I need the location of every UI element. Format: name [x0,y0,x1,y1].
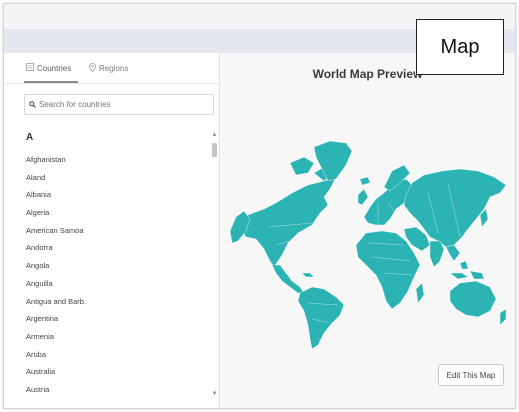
section-letter: A [26,132,34,143]
list-item[interactable]: Aland [4,169,209,187]
list-item[interactable]: Angola [4,257,209,275]
tab-countries[interactable]: Countries [26,63,71,73]
tab-regions[interactable]: Regions [89,63,128,74]
pin-icon [89,63,96,74]
scroll-thumb[interactable] [212,143,217,157]
list-item[interactable]: Anguilla [4,275,209,293]
search-box [24,94,214,115]
list-item[interactable]: American Samoa [4,222,209,240]
tab-label: Regions [99,64,129,73]
tab-label: Countries [37,63,72,73]
list-item[interactable]: Albania [4,186,209,204]
active-tab-indicator [24,81,78,83]
app-window: Countries Regions A Afghanistan Aland Al… [3,3,516,409]
map-panel: World Map Preview Edit This Map [220,53,515,408]
map-callout-label: Map [416,19,504,75]
list-item[interactable]: Austria [4,381,209,399]
search-icon [25,101,39,108]
list-item[interactable]: Argentina [4,310,209,328]
scrollbar[interactable]: ▲ ▼ [211,131,218,398]
list-icon [26,63,34,73]
search-input[interactable] [39,100,199,109]
list-item[interactable]: Australia [4,363,209,381]
list-item[interactable]: Aruba [4,346,209,364]
list-item[interactable]: Algeria [4,204,209,222]
country-list: Afghanistan Aland Albania Algeria Americ… [4,151,209,399]
scroll-down-icon[interactable]: ▼ [211,390,218,398]
list-item[interactable]: Afghanistan [4,151,209,169]
scroll-up-icon[interactable]: ▲ [211,131,218,139]
sidebar-tabs: Countries Regions [4,53,219,84]
world-map[interactable] [228,133,508,353]
sidebar: Countries Regions A Afghanistan Aland Al… [4,53,220,408]
list-item[interactable]: Armenia [4,328,209,346]
list-item[interactable]: Andorra [4,239,209,257]
list-item[interactable]: Antigua and Barb. [4,293,209,311]
edit-map-button[interactable]: Edit This Map [438,364,504,386]
